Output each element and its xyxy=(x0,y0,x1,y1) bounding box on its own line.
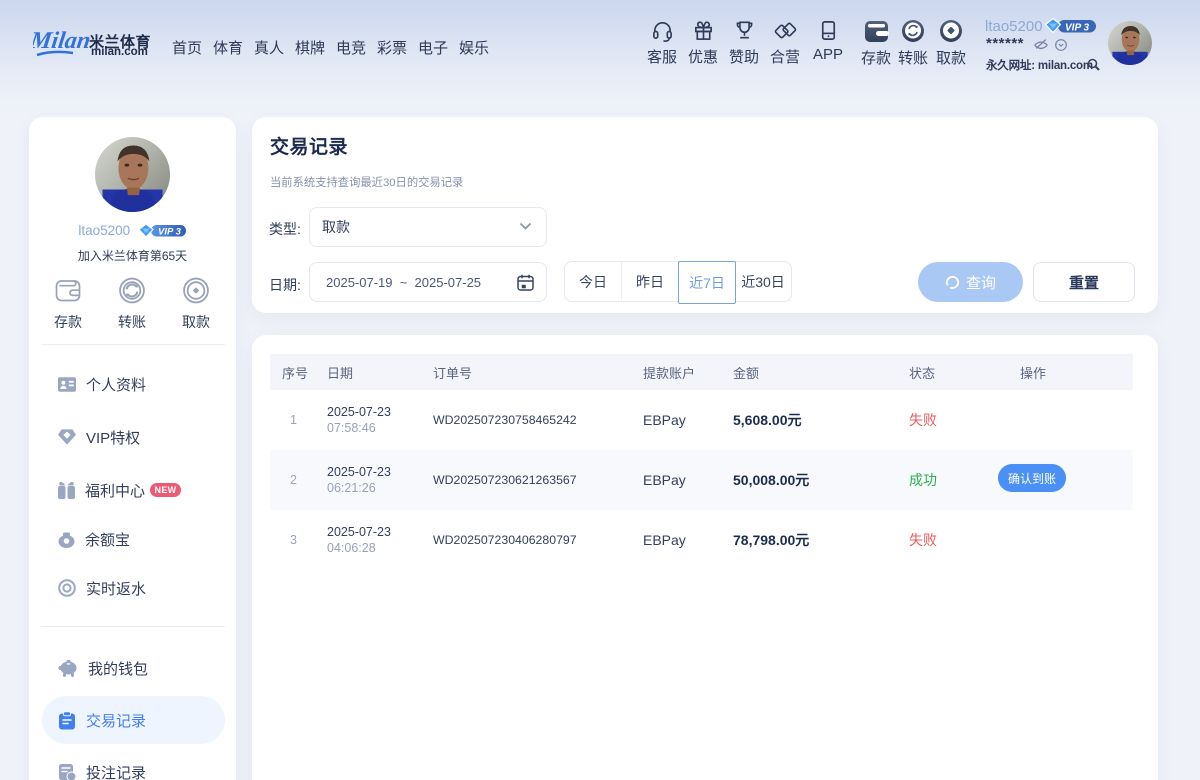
svg-text:VIP 3: VIP 3 xyxy=(158,227,182,238)
svg-text:VIP 3: VIP 3 xyxy=(1065,23,1090,34)
svg-text:Milan: Milan xyxy=(33,28,91,54)
